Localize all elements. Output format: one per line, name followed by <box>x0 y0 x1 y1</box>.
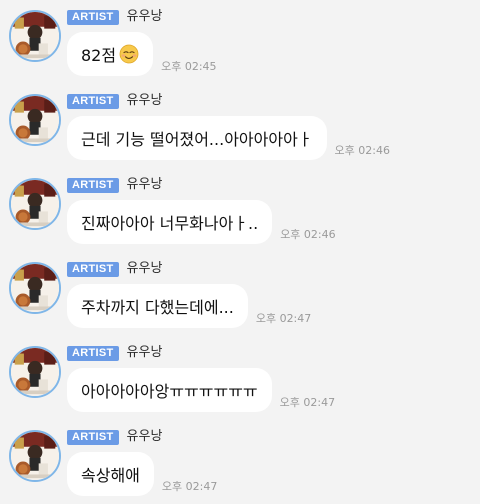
message-bubble[interactable]: 진짜아아아 너무화나아ㅏ.. <box>67 200 273 244</box>
message-text: 아아아아아앙ㅠㅠㅠㅠㅠㅠ <box>81 382 258 401</box>
chat-message: ARTIST 유우낭 속상해애 오후 02:47 <box>0 420 480 504</box>
message-bubble[interactable]: 82점 <box>67 32 154 76</box>
message-text: 진짜아아아 너무화나아ㅏ.. <box>81 214 259 233</box>
sender-row: ARTIST 유우낭 <box>67 429 162 445</box>
avatar[interactable] <box>9 10 61 62</box>
chat-message: ARTIST 유우낭 주차까지 다했는데에... 오후 02:47 <box>0 252 480 336</box>
artist-badge: ARTIST <box>67 429 119 445</box>
message-bubble[interactable]: 속상해애 <box>67 452 154 496</box>
message-bubble[interactable]: 주차까지 다했는데에... <box>67 284 248 328</box>
bubble-row: 속상해애 오후 02:47 <box>67 452 217 496</box>
chat-message: ARTIST 유우낭 근데 기능 떨어졌어...아아아아아ㅏ 오후 02:46 <box>0 84 480 168</box>
avatar[interactable] <box>9 262 61 314</box>
message-text: 근데 기능 떨어졌어...아아아아아ㅏ <box>81 130 313 149</box>
avatar[interactable] <box>9 346 61 398</box>
sender-name: 유우낭 <box>126 177 163 192</box>
message-text: 82점 <box>81 46 117 65</box>
sender-name: 유우낭 <box>126 429 163 444</box>
bubble-row: 주차까지 다했는데에... 오후 02:47 <box>67 284 311 328</box>
message-time: 오후 02:46 <box>280 228 336 241</box>
profile-photo-icon <box>11 432 59 480</box>
bubble-row: 근데 기능 떨어졌어...아아아아아ㅏ 오후 02:46 <box>67 116 390 160</box>
artist-badge: ARTIST <box>67 261 119 277</box>
artist-badge: ARTIST <box>67 177 119 193</box>
avatar[interactable] <box>9 178 61 230</box>
message-time: 오후 02:47 <box>279 396 336 409</box>
profile-photo-icon <box>11 180 59 228</box>
profile-photo-icon <box>11 96 59 144</box>
sender-row: ARTIST 유우낭 <box>67 93 162 109</box>
message-bubble[interactable]: 아아아아아앙ㅠㅠㅠㅠㅠㅠ <box>67 368 272 412</box>
sender-row: ARTIST 유우낭 <box>67 177 162 193</box>
bubble-row: 진짜아아아 너무화나아ㅏ.. 오후 02:46 <box>67 200 336 244</box>
sender-row: ARTIST 유우낭 <box>67 261 162 277</box>
bubble-row: 82점 오후 02:45 <box>67 32 217 76</box>
message-time: 오후 02:46 <box>334 144 390 157</box>
avatar[interactable] <box>9 430 61 482</box>
sender-name: 유우낭 <box>126 261 163 276</box>
message-time: 오후 02:47 <box>161 480 218 493</box>
message-text: 주차까지 다했는데에... <box>81 298 234 317</box>
message-bubble[interactable]: 근데 기능 떨어졌어...아아아아아ㅏ <box>67 116 327 160</box>
relieved-smile-emoji-icon <box>119 44 139 64</box>
message-time: 오후 02:45 <box>161 60 217 73</box>
sender-row: ARTIST 유우낭 <box>67 345 162 361</box>
sender-name: 유우낭 <box>126 345 163 360</box>
sender-name: 유우낭 <box>126 93 163 108</box>
chat-message: ARTIST 유우낭 아아아아아앙ㅠㅠㅠㅠㅠㅠ 오후 02:47 <box>0 336 480 420</box>
message-time: 오후 02:47 <box>255 312 312 325</box>
bubble-row: 아아아아아앙ㅠㅠㅠㅠㅠㅠ 오후 02:47 <box>67 368 335 412</box>
chat-message: ARTIST 유우낭 82점 오후 02:45 <box>0 0 480 84</box>
artist-badge: ARTIST <box>67 345 119 361</box>
sender-row: ARTIST 유우낭 <box>67 9 162 25</box>
profile-photo-icon <box>11 348 59 396</box>
chat-message: ARTIST 유우낭 진짜아아아 너무화나아ㅏ.. 오후 02:46 <box>0 168 480 252</box>
artist-badge: ARTIST <box>67 9 119 25</box>
profile-photo-icon <box>11 12 59 60</box>
profile-photo-icon <box>11 264 59 312</box>
avatar[interactable] <box>9 94 61 146</box>
artist-badge: ARTIST <box>67 93 119 109</box>
message-text: 속상해애 <box>81 466 140 485</box>
sender-name: 유우낭 <box>126 9 163 24</box>
